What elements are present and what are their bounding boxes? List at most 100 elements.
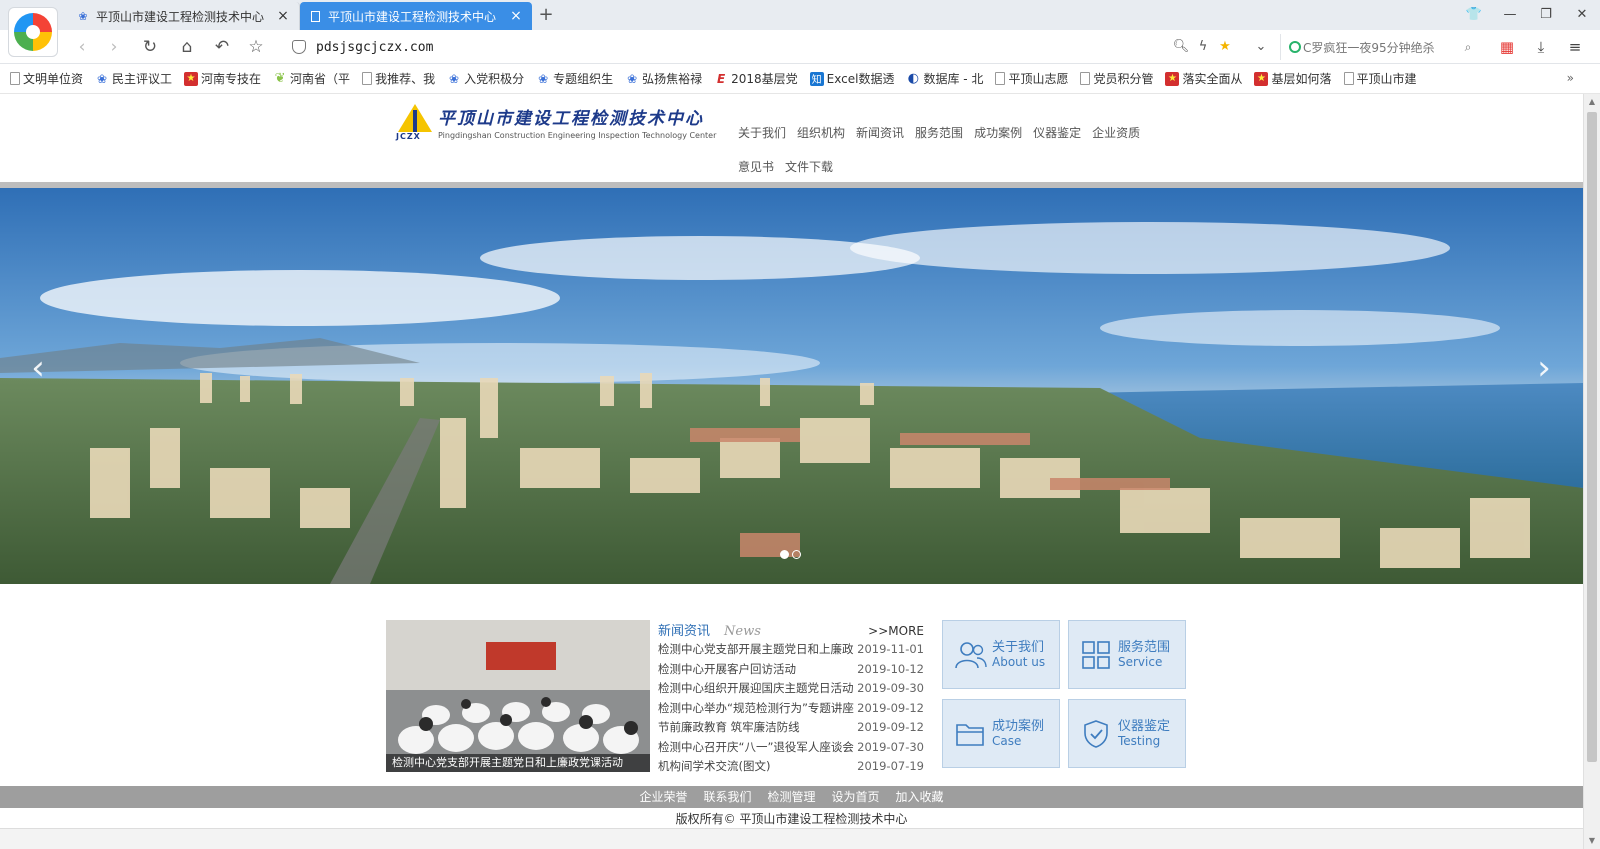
site-nav-item[interactable]: 企业资质 [1092, 116, 1140, 150]
bookmark-label: 河南专技在 [201, 72, 262, 86]
back-button[interactable]: ‹ [70, 35, 94, 59]
browser-logo-icon[interactable] [8, 7, 58, 57]
scroll-down-icon[interactable]: ▼ [1584, 833, 1600, 849]
skin-icon[interactable]: 👕 [1456, 0, 1492, 30]
bookmark-item[interactable]: 党员积分管 [1080, 70, 1153, 87]
site-nav-item[interactable]: 仪器鉴定 [1033, 116, 1081, 150]
bookmark-item[interactable]: ★ 基层如何落 [1254, 70, 1332, 87]
bookmark-zhi-icon: 知 [809, 71, 824, 86]
site-nav-item[interactable]: 关于我们 [738, 116, 786, 150]
logo-title-cn: 平顶山市建设工程检测技术中心 [438, 109, 704, 129]
site-logo[interactable]: JCZX 平顶山市建设工程检测技术中心 Pingdingshan Constru… [396, 102, 716, 142]
footer-link[interactable]: 检测管理 [767, 786, 815, 808]
site-nav-item[interactable]: 成功案例 [974, 116, 1022, 150]
bookmark-item[interactable]: 平顶山志愿 [995, 70, 1068, 87]
news-item[interactable]: 检测中心举办“规范检测行为”专题讲座 2019-09-12 [658, 699, 924, 719]
bookmark-item[interactable]: ❀ 民主评议工 [95, 70, 172, 87]
bookmark-star-button[interactable]: ☆ [244, 35, 268, 59]
dropdown-chevron-icon[interactable]: ⌄ [1250, 35, 1272, 59]
scrollbar-thumb[interactable] [1587, 112, 1597, 762]
news-item-title[interactable]: 节前廉政教育 筑牢廉洁防线 [658, 718, 868, 738]
bookmark-label: 党员积分管 [1093, 72, 1154, 86]
reload-button[interactable]: ↻ [138, 35, 162, 59]
site-nav-item[interactable]: 组织机构 [797, 116, 845, 150]
bookmark-item[interactable]: ◐ 数据库 - 北 [906, 70, 984, 87]
bookmark-item[interactable]: 平顶山市建 [1343, 70, 1417, 87]
news-item[interactable]: 检测中心开展客户回访活动 2019-10-12 [658, 660, 924, 680]
bookmark-item[interactable]: ❀ 专题组织生 [536, 70, 613, 87]
quick-link-about[interactable]: 关于我们 About us [942, 620, 1060, 689]
home-button[interactable]: ⌂ [175, 35, 199, 59]
bookmark-item[interactable]: 我推荐、我 [362, 70, 435, 87]
url-text[interactable]: pdsjsgcjczx.com [316, 40, 433, 55]
tab-2[interactable]: 平顶山市建设工程检测技术中心 × [300, 2, 532, 30]
page-viewport: JCZX 平顶山市建设工程检测技术中心 Pingdingshan Constru… [0, 94, 1600, 849]
news-item-title[interactable]: 检测中心召开庆“八一”退役军人座谈会 [658, 738, 868, 758]
zoom-icon[interactable]: 🔍︎ [1170, 35, 1192, 59]
footer-link[interactable]: 企业荣誉 [639, 786, 687, 808]
bookmark-item[interactable]: 文明单位资 [10, 70, 83, 87]
banner-prev-button[interactable]: ‹ [24, 348, 52, 388]
search-engine-icon [1289, 41, 1301, 53]
bookmark-item[interactable]: E 2018基层党 [714, 70, 798, 87]
close-window-button[interactable]: ✕ [1564, 0, 1600, 30]
quick-link-testing[interactable]: 仪器鉴定 Testing [1068, 699, 1186, 768]
footer-link[interactable]: 设为首页 [832, 786, 880, 808]
news-item-title[interactable]: 检测中心开展客户回访活动 [658, 660, 868, 680]
bookmarks-more-button[interactable]: » [1567, 71, 1574, 85]
site-nav-item[interactable]: 意见书 [738, 150, 774, 184]
site-nav-item[interactable]: 文件下载 [785, 150, 833, 184]
restore-button[interactable]: ❐ [1528, 0, 1564, 30]
forward-button[interactable]: › [102, 35, 126, 59]
news-item-title[interactable]: 检测中心党支部开展主题党日和上廉政 [658, 640, 868, 660]
banner-dot[interactable] [780, 550, 789, 559]
footer-link[interactable]: 联系我们 [703, 786, 751, 808]
favorite-star-icon[interactable]: ★ [1214, 35, 1236, 59]
bookmark-item[interactable]: ★ 落实全面从 [1165, 70, 1242, 87]
site-nav-item[interactable]: 新闻资讯 [856, 116, 904, 150]
news-item-title[interactable]: 检测中心组织开展迎国庆主题党日活动 [658, 679, 868, 699]
bookmark-item[interactable]: 知 Excel数据透 [809, 70, 894, 87]
search-icon[interactable]: ⌕ [1458, 40, 1478, 55]
tab-1[interactable]: ❀ 平顶山市建设工程检测技术中心 × [68, 2, 300, 30]
bookmark-item[interactable]: ❦ 河南省（平 [273, 70, 350, 87]
news-photo[interactable]: 检测中心党支部开展主题党日和上廉政党课活动 [386, 620, 650, 772]
menu-icon[interactable]: ≡ [1558, 35, 1592, 59]
bookmark-item[interactable]: ❀ 入党积极分 [447, 70, 524, 87]
grid-icon [1079, 640, 1113, 670]
download-icon[interactable]: ⤓ [1524, 35, 1558, 59]
site-nav-item[interactable]: 服务范围 [915, 116, 963, 150]
quick-link-service[interactable]: 服务范围 Service [1068, 620, 1186, 689]
tab-close-icon[interactable]: × [508, 8, 524, 24]
page-scrollbar[interactable]: ▲ ▼ [1583, 94, 1600, 849]
news-item-title[interactable]: 检测中心举办“规范检测行为”专题讲座 [658, 699, 868, 719]
undo-close-button[interactable]: ↶ [210, 35, 234, 59]
bookmark-item[interactable]: ★ 河南专技在 [184, 70, 261, 87]
news-item-title[interactable]: 机构间学术交流(图文) [658, 757, 868, 777]
search-box[interactable]: C罗疯狂一夜95分钟绝杀 ⌕ [1280, 34, 1478, 60]
banner-dot[interactable] [792, 550, 801, 559]
quick-link-case[interactable]: 成功案例 Case [942, 699, 1060, 768]
news-item[interactable]: 节前廉政教育 筑牢廉洁防线 2019-09-12 [658, 718, 924, 738]
scroll-up-icon[interactable]: ▲ [1584, 94, 1600, 110]
minimize-button[interactable]: — [1492, 0, 1528, 30]
news-more-link[interactable]: >>MORE [868, 624, 924, 638]
news-photo-caption[interactable]: 检测中心党支部开展主题党日和上廉政党课活动 [386, 754, 650, 772]
news-item[interactable]: 检测中心党支部开展主题党日和上廉政 2019-11-01 [658, 640, 924, 660]
search-query[interactable]: C罗疯狂一夜95分钟绝杀 [1303, 39, 1458, 56]
tab-close-icon[interactable]: × [275, 8, 291, 24]
bookmark-item[interactable]: ❀ 弘扬焦裕禄 [625, 70, 702, 87]
bookmark-doc-icon [362, 72, 373, 85]
new-tab-button[interactable]: + [535, 4, 557, 26]
banner-dots [780, 550, 804, 559]
news-item[interactable]: 检测中心组织开展迎国庆主题党日活动 2019-09-30 [658, 679, 924, 699]
news-item[interactable]: 检测中心召开庆“八一”退役军人座谈会 2019-07-30 [658, 738, 924, 758]
lightning-icon[interactable]: ϟ [1192, 35, 1214, 59]
banner-next-button[interactable]: › [1530, 348, 1558, 388]
news-item-date: 2019-07-30 [857, 739, 924, 754]
bookmark-doc-icon [10, 72, 20, 85]
apps-grid-icon[interactable]: ▦ [1490, 35, 1524, 59]
news-item[interactable]: 机构间学术交流(图文) 2019-07-19 [658, 757, 924, 777]
address-bar[interactable]: pdsjsgcjczx.com [292, 34, 1248, 60]
footer-link[interactable]: 加入收藏 [896, 786, 944, 808]
